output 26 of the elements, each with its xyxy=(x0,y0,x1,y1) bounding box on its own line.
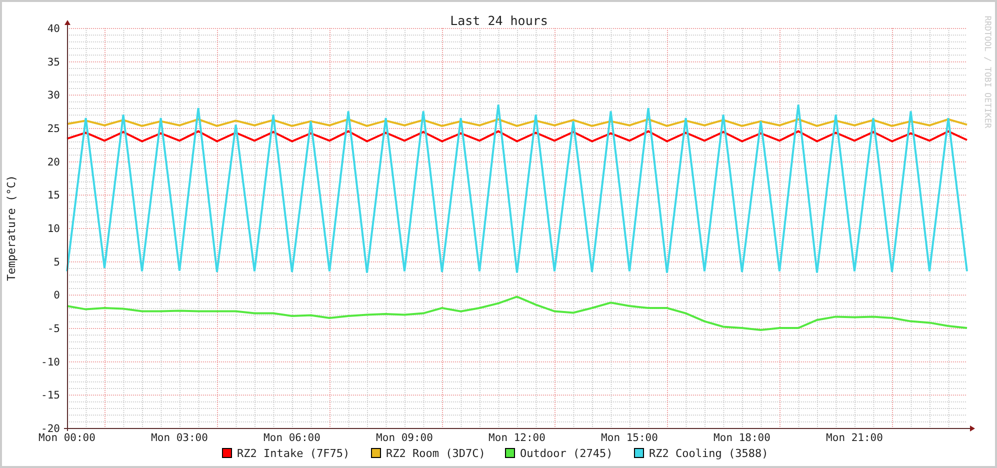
axis-tick-label: -15 xyxy=(41,390,60,402)
legend-label: RZ2 Intake (7F75) xyxy=(237,447,350,460)
axis-tick-label: Mon 12:00 xyxy=(488,432,546,444)
axis-tick-label: -10 xyxy=(41,356,60,368)
axis-tick-label: Mon 21:00 xyxy=(826,432,883,444)
axis-tick-label: Mon 03:00 xyxy=(151,432,208,444)
axis-tick-label: Mon 00:00 xyxy=(38,432,96,444)
axis-tick-label: Mon 09:00 xyxy=(376,432,433,444)
axis-tick-label: 35 xyxy=(47,56,60,68)
legend-label: Outdoor (2745) xyxy=(520,447,613,460)
axis-tick-label: 25 xyxy=(47,123,60,135)
axis-tick-label: 15 xyxy=(47,190,60,202)
axis-tick-label: Mon 06:00 xyxy=(264,432,320,444)
axis-tick-label: 10 xyxy=(47,223,60,235)
legend-label: RZ2 Cooling (3588) xyxy=(649,447,768,460)
axis-tick-label: Mon 15:00 xyxy=(601,432,658,444)
axis-tick-label: 40 xyxy=(47,23,60,35)
axis-tick-label: Mon 18:00 xyxy=(714,432,770,444)
axis-tick-label: -5 xyxy=(47,323,60,335)
legend-label: RZ2 Room (3D7C) xyxy=(386,447,486,460)
axis-title: Temperature (°C) xyxy=(5,175,18,281)
chart-title: Last 24 hours xyxy=(450,13,548,28)
axis-tick-label: 20 xyxy=(47,156,60,168)
axis-tick-label: 5 xyxy=(54,256,60,268)
axis-tick-label: 0 xyxy=(54,290,60,302)
axis-tick-label: 30 xyxy=(47,90,60,102)
